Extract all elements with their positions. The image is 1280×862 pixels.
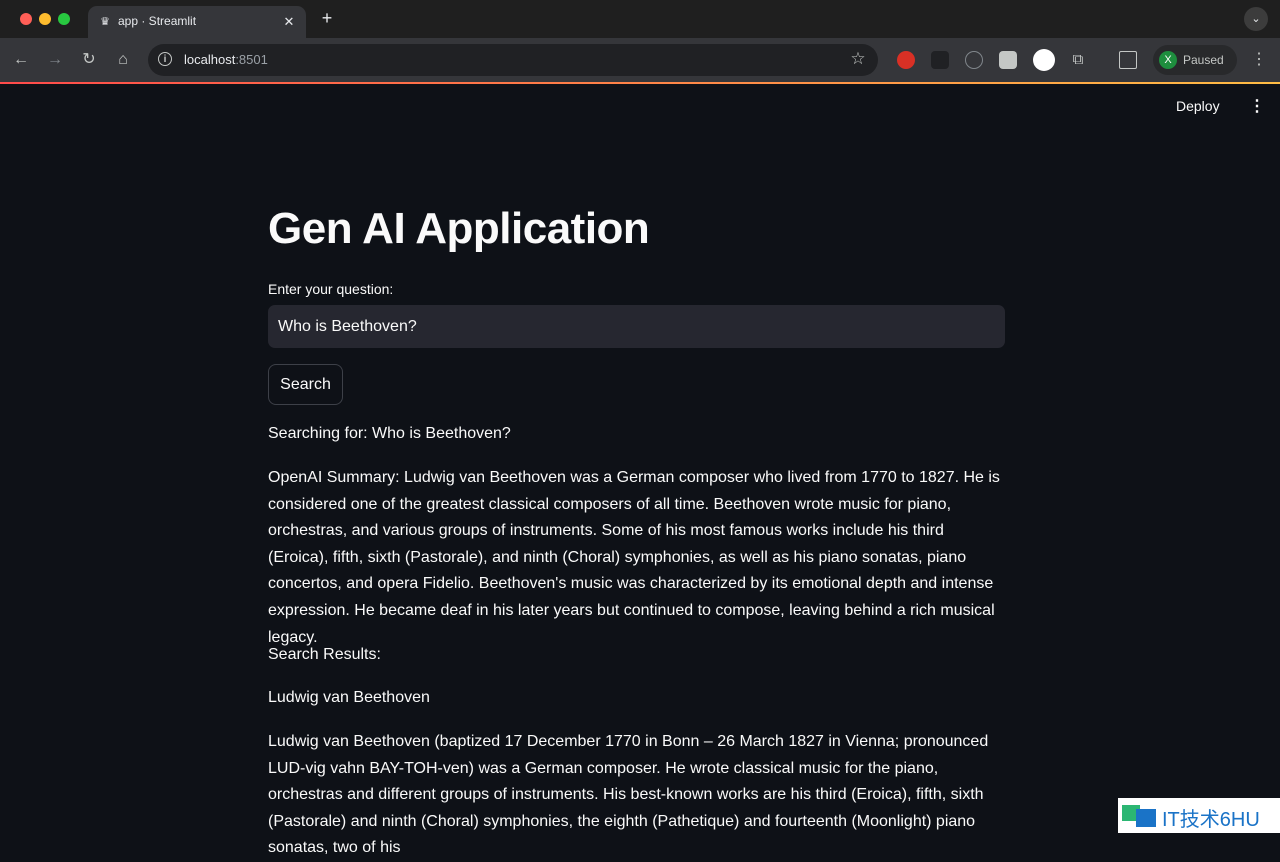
page-title: Gen AI Application	[268, 204, 650, 253]
new-tab-icon[interactable]: +	[318, 9, 336, 27]
profile-status: Paused	[1183, 53, 1224, 67]
url-text: localhost:8501	[184, 52, 268, 67]
browser-tab[interactable]: ♛ app · Streamlit ✕	[88, 6, 306, 38]
streamlit-header: Deploy ⋮	[0, 84, 1280, 132]
window-maximize-button[interactable]	[58, 13, 70, 25]
avatar: X	[1159, 51, 1177, 69]
browser-toolbar: ← → ↻ ⌂ i localhost:8501 ☆ ⧉ X Paused ⋮	[0, 38, 1280, 82]
url-host: localhost	[184, 52, 236, 67]
reload-icon[interactable]: ↻	[79, 50, 99, 70]
search-button[interactable]: Search	[268, 364, 343, 405]
streamlit-crown-icon: ♛	[100, 16, 110, 28]
watermark-text: IT技术6HU	[1162, 809, 1260, 831]
question-label: Enter your question:	[268, 281, 394, 297]
side-panel-icon[interactable]	[1119, 51, 1137, 69]
deploy-button[interactable]: Deploy	[1176, 98, 1220, 114]
back-arrow-icon[interactable]: ←	[11, 50, 31, 70]
openai-summary: OpenAI Summary: Ludwig van Beethoven was…	[268, 469, 1000, 646]
tab-search-chevron-icon[interactable]: ⌄	[1244, 7, 1268, 31]
extensions-puzzle-icon[interactable]: ⧉	[1069, 51, 1087, 69]
searching-text: Searching for: Who is Beethoven?	[268, 425, 511, 442]
tab-close-icon[interactable]: ✕	[280, 13, 298, 31]
tab-title: app · Streamlit	[118, 14, 197, 28]
watermark: IT技术6HU	[1118, 798, 1280, 833]
browser-titlebar: ♛ app · Streamlit ✕ + ⌄	[0, 0, 1280, 38]
result-title: Ludwig van Beethoven	[268, 689, 430, 706]
question-input[interactable]	[268, 305, 1005, 348]
extension-shield-icon[interactable]	[1033, 49, 1055, 71]
result-snippet: Ludwig van Beethoven (baptized 17 Decemb…	[268, 733, 989, 857]
watermark-logo-icon	[1122, 805, 1156, 827]
search-results-heading: Search Results:	[268, 646, 381, 663]
forward-arrow-icon[interactable]: →	[45, 50, 65, 70]
extension-window-icon[interactable]	[999, 51, 1017, 69]
window-close-button[interactable]	[20, 13, 32, 25]
extension-red-hand-icon[interactable]	[897, 51, 915, 69]
address-bar[interactable]: i localhost:8501 ☆	[148, 44, 878, 76]
chrome-menu-kebab-icon[interactable]: ⋮	[1250, 50, 1268, 70]
extension-circle-icon[interactable]	[965, 51, 983, 69]
bookmark-star-icon[interactable]: ☆	[848, 49, 868, 69]
profile-button[interactable]: X Paused	[1153, 45, 1237, 75]
extension-dark-icon[interactable]	[931, 51, 949, 69]
url-port: :8501	[235, 52, 268, 67]
window-minimize-button[interactable]	[39, 13, 51, 25]
main-menu-kebab-icon[interactable]: ⋮	[1249, 98, 1265, 118]
home-icon[interactable]: ⌂	[113, 50, 133, 70]
site-info-icon[interactable]: i	[158, 52, 172, 66]
